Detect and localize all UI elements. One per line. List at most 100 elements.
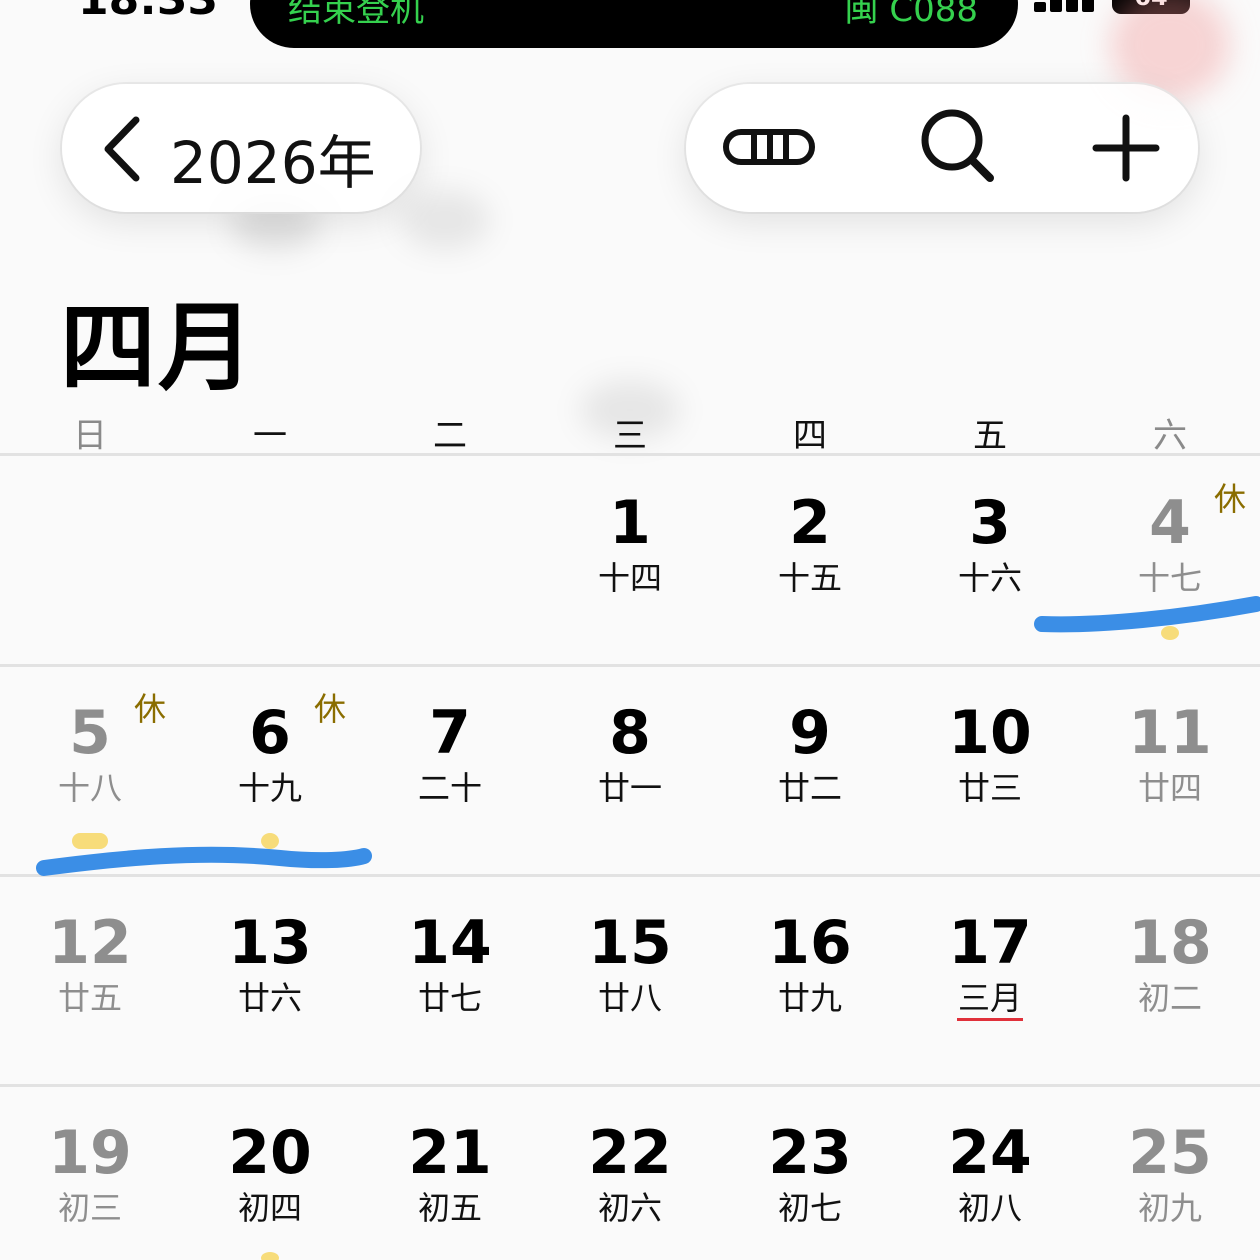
- day-cell-20[interactable]: 20 初四: [180, 1088, 360, 1260]
- lunar-date: 十六: [957, 559, 1022, 597]
- lunar-date: 廿七: [417, 979, 482, 1017]
- toolbar-pill: [686, 84, 1198, 212]
- lunar-date: 初二: [1137, 979, 1202, 1017]
- day-number: 16: [768, 908, 852, 978]
- day-number: 25: [1128, 1118, 1212, 1188]
- lunar-date: 十四: [597, 559, 662, 597]
- day-cell-10[interactable]: 10 廿三: [900, 668, 1080, 868]
- lunar-date: 廿一: [597, 769, 662, 807]
- day-number: 13: [228, 908, 312, 978]
- lunar-date: 初六: [597, 1189, 662, 1227]
- weekday-label: 三: [613, 416, 647, 456]
- lunar-date: 初七: [777, 1189, 842, 1227]
- lunar-date: 初八: [957, 1189, 1022, 1227]
- holiday-badge: 休: [134, 690, 167, 728]
- day-cell-6[interactable]: 6 十九休: [180, 668, 360, 868]
- lunar-date: 初九: [1137, 1189, 1202, 1227]
- list-view-icon: [723, 129, 815, 165]
- day-number: 21: [408, 1118, 492, 1188]
- day-cell-17[interactable]: 17 三月: [900, 878, 1080, 1078]
- search-icon: [921, 109, 994, 182]
- day-number: 11: [1128, 698, 1212, 768]
- day-number: 18: [1128, 908, 1212, 978]
- day-cell-25[interactable]: 25 初九: [1080, 1088, 1260, 1260]
- year-label: 2026年: [170, 129, 376, 197]
- day-cell-18[interactable]: 18 初二: [1080, 878, 1260, 1078]
- day-cell-16[interactable]: 16 廿九: [720, 878, 900, 1078]
- dynamic-island[interactable]: 结束登机 闽 C088: [250, 0, 1018, 48]
- lunar-date: 三月: [957, 979, 1022, 1017]
- day-number: 10: [948, 698, 1032, 768]
- day-number: 15: [588, 908, 672, 978]
- month-title: 四月: [60, 292, 256, 404]
- lunar-date: 廿四: [1137, 769, 1202, 807]
- island-flight-label: 闽 C088: [844, 0, 978, 30]
- day-number: 22: [588, 1118, 672, 1188]
- day-cell-5[interactable]: 5 十八休: [0, 668, 180, 868]
- day-cell-9[interactable]: 9 廿二: [720, 668, 900, 868]
- status-time: 18:33: [78, 0, 218, 25]
- day-cell-19[interactable]: 19 初三: [0, 1088, 180, 1260]
- lunar-date: 初五: [417, 1189, 482, 1227]
- lunar-date: 廿六: [237, 979, 302, 1017]
- day-cell-4[interactable]: 4 十七休: [1080, 458, 1260, 658]
- view-mode-button[interactable]: [722, 108, 818, 188]
- weekday-label: 二: [433, 416, 467, 456]
- back-to-year-button[interactable]: 2026年: [90, 108, 390, 197]
- day-cell-23[interactable]: 23 初七: [720, 1088, 900, 1260]
- weekday-label: 一: [253, 416, 287, 456]
- row-divider: [0, 664, 1260, 667]
- day-cell-1[interactable]: 1 十四: [540, 458, 720, 658]
- day-cell-11[interactable]: 11 廿四: [1080, 668, 1260, 868]
- day-cell-15[interactable]: 15 廿八: [540, 878, 720, 1078]
- day-number: 24: [948, 1118, 1032, 1188]
- day-cell-13[interactable]: 13 廿六: [180, 878, 360, 1078]
- lunar-date: 十五: [777, 559, 842, 597]
- day-cell-14[interactable]: 14 廿七: [360, 878, 540, 1078]
- weekday-label: 六: [1153, 416, 1187, 456]
- plus-icon: [1092, 114, 1160, 182]
- lunar-date: 廿八: [597, 979, 662, 1017]
- back-pill: 2026年: [62, 84, 420, 212]
- row-divider: [0, 1084, 1260, 1087]
- day-number: 1: [609, 488, 651, 558]
- add-event-button[interactable]: [1080, 108, 1176, 188]
- lunar-date: 初三: [57, 1189, 122, 1227]
- island-activity-label: 结束登机: [288, 0, 424, 30]
- day-number: 12: [48, 908, 132, 978]
- chevron-left-icon: [104, 116, 140, 182]
- holiday-badge: 休: [314, 690, 347, 728]
- day-cell-8[interactable]: 8 廿一: [540, 668, 720, 868]
- cellular-signal-icon: [1034, 0, 1096, 12]
- day-cell-7[interactable]: 7 二十: [360, 668, 540, 868]
- background-blur: [400, 190, 490, 250]
- lunar-date: 廿三: [957, 769, 1022, 807]
- weekday-label: 日: [73, 416, 107, 456]
- calendar-screen: 18:33 结束登机 闽 C088 64 2026年: [0, 0, 1260, 1260]
- row-divider: [0, 453, 1260, 456]
- weekday-label: 四: [793, 416, 827, 456]
- lunar-date: 廿五: [57, 979, 122, 1017]
- day-cell-2[interactable]: 2 十五: [720, 458, 900, 658]
- day-number: 19: [48, 1118, 132, 1188]
- day-cell-24[interactable]: 24 初八: [900, 1088, 1080, 1260]
- day-cell-21[interactable]: 21 初五: [360, 1088, 540, 1260]
- day-number: 9: [789, 698, 831, 768]
- lunar-date: 廿二: [777, 769, 842, 807]
- lunar-date: 初四: [237, 1189, 302, 1227]
- lunar-date: 十八: [57, 769, 122, 807]
- day-number: 2: [789, 488, 831, 558]
- lunar-date: 二十: [417, 769, 482, 807]
- day-number: 23: [768, 1118, 852, 1188]
- row-divider: [0, 874, 1260, 877]
- day-number: 3: [969, 488, 1011, 558]
- search-button[interactable]: [914, 108, 1010, 188]
- lunar-date: 廿九: [777, 979, 842, 1017]
- weekday-label: 五: [973, 416, 1007, 456]
- day-cell-22[interactable]: 22 初六: [540, 1088, 720, 1260]
- lunar-month-underline: [957, 1018, 1023, 1021]
- holiday-badge: 休: [1214, 480, 1247, 518]
- day-cell-12[interactable]: 12 廿五: [0, 878, 180, 1078]
- day-number: 17: [948, 908, 1032, 978]
- day-cell-3[interactable]: 3 十六: [900, 458, 1080, 658]
